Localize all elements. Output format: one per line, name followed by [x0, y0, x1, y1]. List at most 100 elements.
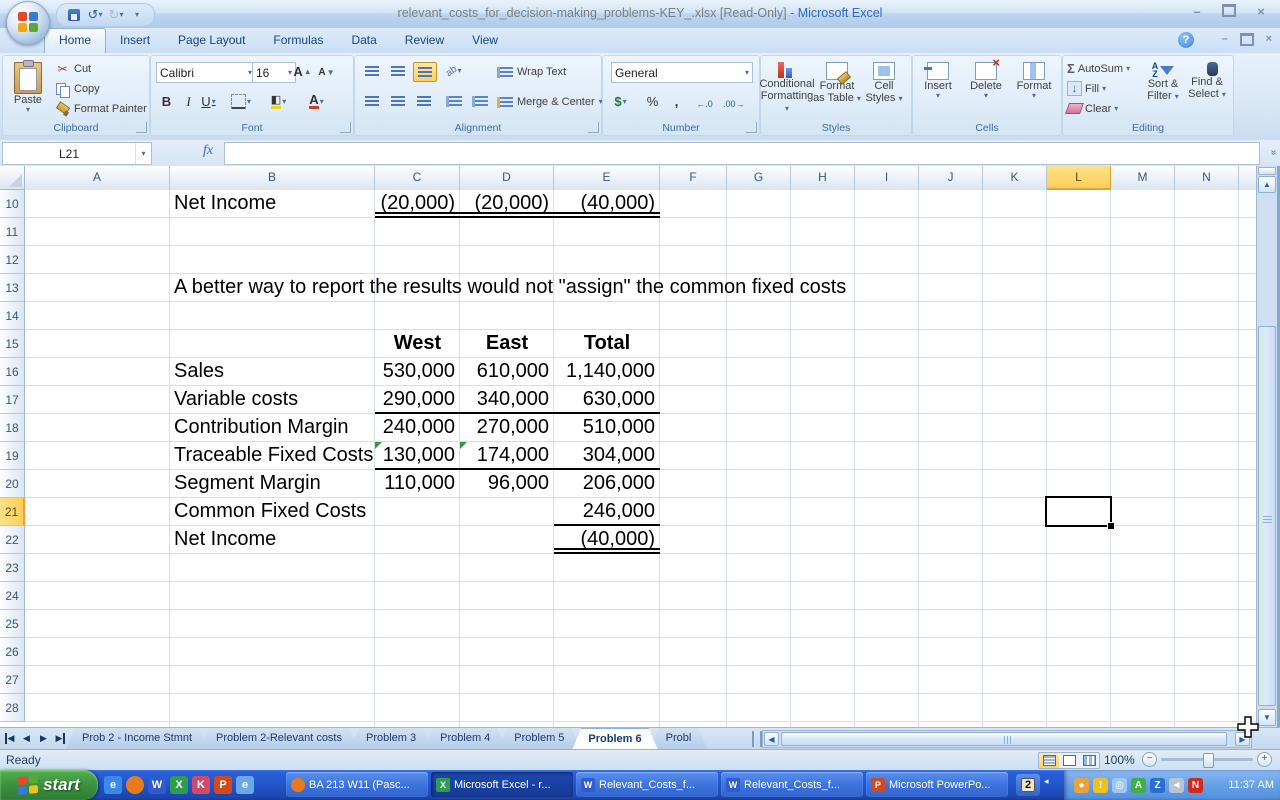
column-header-g[interactable]: G [727, 166, 791, 190]
scroll-up-button[interactable]: ▲ [1258, 176, 1276, 193]
cell-E15[interactable]: Total [554, 330, 660, 358]
update-tray-icon[interactable]: ● [1074, 778, 1089, 793]
cell-E21[interactable]: 246,000 [554, 498, 660, 526]
expand-formula-bar-button[interactable]: » [1262, 145, 1279, 160]
cell-E20[interactable]: 206,000 [554, 470, 660, 498]
first-sheet-button[interactable]: ◀ [2, 730, 17, 747]
middle-align-button[interactable] [387, 62, 409, 80]
grow-font-button[interactable]: A▲ [293, 62, 312, 81]
z-app-tray-icon[interactable]: Z [1150, 778, 1165, 793]
cell-B18[interactable]: Contribution Margin [170, 414, 375, 442]
horizontal-scrollbar[interactable]: ◀ ▶ [762, 730, 1252, 748]
vertical-split-handle[interactable] [1258, 167, 1276, 175]
column-header-j[interactable]: J [919, 166, 983, 190]
cell-D15[interactable]: East [460, 330, 554, 358]
zoom-out-button[interactable]: − [1142, 752, 1157, 767]
ribbon-tab-formulas[interactable]: Formulas [259, 28, 337, 53]
ribbon-tab-view[interactable]: View [458, 28, 512, 53]
font-dialog-launcher[interactable] [340, 122, 351, 133]
underline-button[interactable]: U▾ [199, 92, 218, 111]
select-all-button[interactable] [0, 166, 25, 190]
copy-button[interactable]: Copy [55, 79, 147, 99]
alignment-dialog-launcher[interactable] [588, 122, 599, 133]
column-header-a[interactable]: A [25, 166, 170, 190]
office-button[interactable] [6, 1, 50, 45]
cell-D20[interactable]: 96,000 [460, 470, 554, 498]
cell-B21[interactable]: Common Fixed Costs [170, 498, 375, 526]
column-header-i[interactable]: I [855, 166, 919, 190]
row-header-18[interactable]: 18 [0, 414, 25, 442]
row-header-22[interactable]: 22 [0, 526, 25, 554]
cell-B10[interactable]: Net Income [170, 190, 375, 218]
ribbon-tab-insert[interactable]: Insert [106, 28, 164, 53]
sheet-tab-probl[interactable]: Probl [650, 728, 708, 749]
increase-indent-button[interactable] [469, 92, 491, 110]
previous-sheet-button[interactable]: ◀ [19, 730, 34, 747]
insert-function-button[interactable]: fx [196, 143, 220, 162]
zoom-level[interactable]: 100% [1104, 753, 1135, 767]
selected-cell-outline[interactable] [1045, 496, 1112, 527]
format-painter-button[interactable]: Format Painter [55, 99, 147, 119]
cell-E10[interactable]: (40,000) [554, 190, 660, 218]
row-header-12[interactable]: 12 [0, 246, 25, 274]
name-box[interactable]: L21 ▾ [2, 142, 152, 165]
font-name-select[interactable]: Calibri▾ [156, 62, 256, 83]
norton-tray-icon[interactable]: N [1188, 778, 1203, 793]
row-header-21[interactable]: 21 [0, 498, 25, 526]
cell-D17[interactable]: 340,000 [460, 386, 554, 414]
scroll-left-button[interactable]: ◀ [764, 732, 779, 746]
next-sheet-button[interactable]: ▶ [36, 730, 51, 747]
row-header-23[interactable]: 23 [0, 554, 25, 582]
column-header-n[interactable]: N [1175, 166, 1239, 190]
ribbon-tab-page-layout[interactable]: Page Layout [164, 28, 259, 53]
cell-C20[interactable]: 110,000 [375, 470, 460, 498]
horizontal-scroll-thumb[interactable] [781, 732, 1227, 746]
name-box-dropdown[interactable]: ▾ [135, 143, 151, 164]
ribbon-tab-review[interactable]: Review [391, 28, 458, 53]
sheet-tab-problem-3[interactable]: Problem 3 [350, 728, 432, 749]
column-header-m[interactable]: M [1111, 166, 1175, 190]
mail-icon[interactable]: e [236, 776, 254, 794]
excel-icon[interactable]: X [170, 776, 188, 794]
fill-button[interactable]: ↓ Fill▾ [1067, 79, 1106, 98]
number-dialog-launcher[interactable] [746, 122, 757, 133]
cell-E18[interactable]: 510,000 [554, 414, 660, 442]
conditional-formatting-button[interactable]: ConditionalFormatting ▾ [761, 58, 813, 114]
zoom-thumb[interactable] [1203, 753, 1214, 768]
row-header-11[interactable]: 11 [0, 218, 25, 246]
shield-tray-icon[interactable]: ! [1093, 778, 1108, 793]
taskbar-chevron[interactable]: ◂ [1044, 776, 1049, 787]
paste-button[interactable]: Paste▾ [5, 58, 51, 114]
cell-C17[interactable]: 290,000 [375, 386, 460, 414]
row-header-24[interactable]: 24 [0, 582, 25, 610]
ribbon-tab-home[interactable]: Home [44, 28, 106, 53]
font-size-select[interactable]: 16▾ [252, 62, 296, 83]
percent-format-button[interactable]: % [643, 92, 662, 111]
cell-B20[interactable]: Segment Margin [170, 470, 375, 498]
column-header-l[interactable]: L [1047, 166, 1111, 190]
row-header-14[interactable]: 14 [0, 302, 25, 330]
cell-B19[interactable]: Traceable Fixed Costs [170, 442, 375, 470]
column-header-b[interactable]: B [170, 166, 375, 190]
cell-E16[interactable]: 1,140,000 [554, 358, 660, 386]
insert-cells-button[interactable]: Insert▾ [915, 58, 961, 100]
start-button[interactable]: start [0, 770, 98, 800]
column-header-d[interactable]: D [460, 166, 554, 190]
zoom-track[interactable] [1161, 758, 1253, 761]
top-align-button[interactable] [361, 62, 383, 80]
orientation-button[interactable]: ab▾ [443, 62, 465, 80]
row-header-27[interactable]: 27 [0, 666, 25, 694]
antivirus-tray-icon[interactable]: A [1131, 778, 1146, 793]
font-color-button[interactable]: A▾ [307, 92, 326, 111]
fill-handle[interactable] [1107, 522, 1115, 530]
find-select-button[interactable]: Find &Select ▾ [1185, 58, 1229, 100]
zoom-in-button[interactable]: + [1257, 752, 1272, 767]
align-center-button[interactable] [387, 92, 409, 110]
sheet-tab-problem-5[interactable]: Problem 5 [498, 728, 580, 749]
row-header-26[interactable]: 26 [0, 638, 25, 666]
cell-D10[interactable]: (20,000) [460, 190, 554, 218]
task-button-microsoft-powerpo[interactable]: PMicrosoft PowerPo... [866, 772, 1008, 797]
vertical-scroll-thumb[interactable] [1258, 326, 1276, 706]
doc-minimize-button[interactable]: – [1221, 33, 1227, 49]
task-button-ba-213-w11-pasc[interactable]: BA 213 W11 (Pasc... [286, 772, 428, 797]
